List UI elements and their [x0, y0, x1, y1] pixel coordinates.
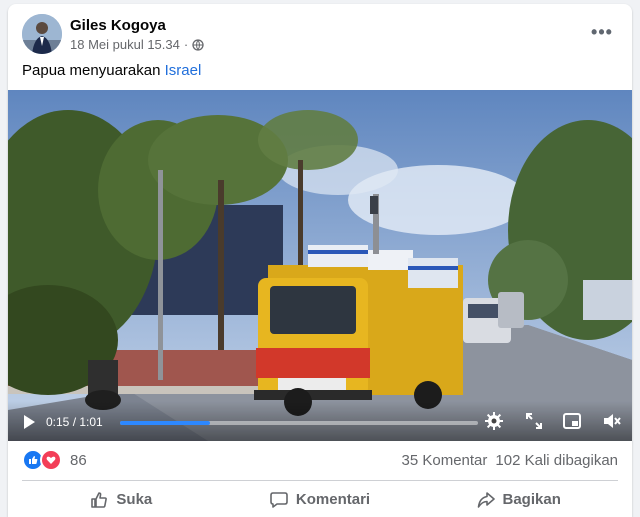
share-count[interactable]: 102 Kali dibagikan — [495, 452, 618, 469]
more-options-icon[interactable]: ••• — [588, 18, 616, 46]
action-bar: Suka Komentari Bagikan — [22, 482, 618, 517]
reactions-summary[interactable]: 86 — [22, 449, 87, 471]
picture-in-picture-icon[interactable] — [562, 411, 582, 431]
video-controls: 0:15 / 1:01 — [8, 401, 632, 441]
reaction-count: 86 — [70, 451, 87, 469]
post-card: Giles Kogoya 18 Mei pukul 15.34 · ••• Pa… — [8, 4, 632, 517]
like-label: Suka — [116, 491, 153, 508]
share-arrow-icon — [477, 491, 495, 508]
post-header: Giles Kogoya 18 Mei pukul 15.34 · ••• — [22, 14, 620, 54]
time-separator: / — [69, 415, 80, 429]
author-name[interactable]: Giles Kogoya — [70, 17, 166, 34]
duration: 1:01 — [79, 415, 103, 429]
video-player[interactable]: 0:15 / 1:01 — [8, 90, 632, 441]
post-timestamp[interactable]: 18 Mei pukul 15.34 — [70, 37, 180, 52]
post-text: Papua menyuarakan Israel — [22, 62, 201, 79]
video-time: 0:15 / 1:01 — [46, 415, 103, 429]
settings-gear-icon[interactable] — [484, 411, 504, 431]
comment-count[interactable]: 35 Komentar — [402, 452, 488, 469]
expand-icon[interactable] — [524, 411, 544, 431]
thumbs-up-icon — [91, 491, 108, 508]
comment-button[interactable]: Komentari — [221, 482, 420, 517]
share-label: Bagikan — [502, 491, 561, 508]
comment-label: Komentari — [295, 491, 371, 508]
post-meta: 18 Mei pukul 15.34 · — [70, 37, 204, 52]
avatar[interactable] — [22, 14, 62, 54]
globe-icon — [192, 38, 204, 51]
love-reaction-icon — [40, 449, 62, 471]
progress-bar[interactable] — [120, 421, 478, 425]
comment-bubble-icon — [270, 491, 288, 508]
post-text-body: Papua menyuarakan — [22, 62, 165, 79]
post-tag-link[interactable]: Israel — [165, 62, 202, 79]
like-button[interactable]: Suka — [22, 482, 221, 517]
post-stats: 86 35 Komentar 102 Kali dibagikan — [22, 446, 618, 474]
divider — [22, 480, 618, 481]
progress-fill — [120, 421, 210, 425]
mute-icon[interactable] — [602, 411, 622, 431]
play-icon[interactable] — [20, 413, 38, 431]
current-time: 0:15 — [46, 415, 70, 429]
engagement-counts: 35 Komentar 102 Kali dibagikan — [402, 452, 618, 469]
share-button[interactable]: Bagikan — [419, 482, 618, 517]
video-frame — [8, 90, 632, 441]
